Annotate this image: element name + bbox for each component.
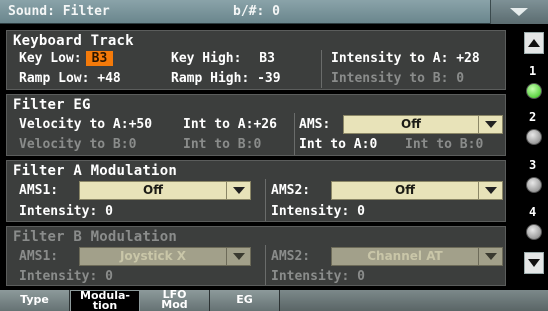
dropdown-arrow-icon bbox=[485, 253, 497, 260]
ams1-dropdown: Joystick X bbox=[79, 247, 251, 266]
ams2-intensity-value: Intensity: 0 bbox=[271, 269, 365, 284]
page-menu-button[interactable] bbox=[490, 0, 548, 24]
filter-b-title: Filter B Modulation bbox=[13, 229, 177, 245]
page-number-3: 3 bbox=[529, 158, 537, 172]
scroll-up-button[interactable] bbox=[524, 32, 544, 54]
dropdown-arrow[interactable] bbox=[478, 116, 502, 133]
ams1-dropdown[interactable]: Off bbox=[79, 181, 251, 200]
ams1-dropdown-value: Off bbox=[143, 183, 163, 197]
scroll-down-button[interactable] bbox=[524, 252, 544, 274]
velocity-a-value[interactable]: Velocity to A:+50 bbox=[19, 117, 152, 132]
dropdown-arrow bbox=[478, 248, 502, 265]
key-transpose: b/#: 0 bbox=[233, 4, 280, 19]
page-1-indicator[interactable] bbox=[526, 83, 542, 99]
filter-eg-title: Filter EG bbox=[13, 97, 91, 113]
ams2-dropdown[interactable]: Off bbox=[331, 181, 503, 200]
filter-eg-panel: Filter EG Velocity to A:+50 Int to A:+26… bbox=[6, 94, 506, 156]
divider bbox=[294, 113, 295, 155]
ams2-label: AMS2: bbox=[271, 183, 311, 198]
key-high-label: Key High: bbox=[171, 51, 242, 66]
filter-a-modulation-panel: Filter A Modulation AMS1: Off AMS2: Off … bbox=[6, 160, 506, 222]
tab-lfo-mod[interactable]: LFO Mod bbox=[140, 289, 210, 311]
dropdown-arrow[interactable] bbox=[226, 182, 250, 199]
dropdown-arrow-icon bbox=[485, 187, 497, 194]
keyboard-track-title: Keyboard Track bbox=[13, 33, 134, 49]
velocity-b-value: Velocity to B:0 bbox=[19, 137, 137, 152]
tab-lfo-label-2: Mod bbox=[161, 298, 188, 311]
int-b-value: Int to B:0 bbox=[183, 137, 262, 152]
divider bbox=[321, 50, 322, 88]
key-low-row: Key Low: B3 bbox=[19, 51, 114, 66]
tab-type[interactable]: Type bbox=[0, 290, 70, 311]
filter-a-title: Filter A Modulation bbox=[13, 163, 177, 179]
dropdown-arrow-icon bbox=[233, 187, 245, 194]
tab-eg[interactable]: EG bbox=[210, 290, 280, 311]
ams1-label: AMS1: bbox=[19, 249, 59, 264]
title-bar: Sound: Filter b/#: 0 bbox=[0, 0, 548, 24]
page-3-indicator[interactable] bbox=[526, 177, 542, 193]
tab-bar-filler bbox=[280, 290, 548, 311]
tab-modulation-label-2: tion bbox=[92, 299, 118, 311]
ams2-intensity-value[interactable]: Intensity: 0 bbox=[271, 204, 365, 219]
intensity-a-value[interactable]: Intensity to A: +28 bbox=[331, 51, 480, 66]
ams1-intensity-value: Intensity: 0 bbox=[19, 269, 113, 284]
dropdown-arrow bbox=[226, 248, 250, 265]
tab-modulation[interactable]: Modula- tion bbox=[70, 290, 140, 311]
dropdown-arrow[interactable] bbox=[478, 182, 502, 199]
key-high-row: Key High: B3 bbox=[171, 51, 275, 66]
ams-dropdown-value: Off bbox=[401, 117, 421, 131]
ams1-label: AMS1: bbox=[19, 183, 59, 198]
intensity-b-value: Intensity to B: 0 bbox=[331, 71, 465, 86]
ams-label: AMS: bbox=[299, 117, 331, 132]
filter-b-modulation-panel: Filter B Modulation AMS1: Joystick X AMS… bbox=[6, 226, 506, 286]
ams2-dropdown: Channel AT bbox=[331, 247, 503, 266]
divider bbox=[265, 179, 266, 221]
ams-dropdown[interactable]: Off bbox=[343, 115, 503, 134]
key-low-value[interactable]: B3 bbox=[85, 51, 114, 66]
ramp-low-value[interactable]: Ramp Low: +48 bbox=[19, 71, 121, 86]
keyboard-track-panel: Keyboard Track Key Low: B3 Key High: B3 I… bbox=[6, 30, 506, 90]
page-2-indicator[interactable] bbox=[526, 129, 542, 145]
page-number-4: 4 bbox=[529, 205, 537, 219]
tab-bar: Type Modula- tion LFO Mod EG bbox=[0, 289, 548, 311]
page-number-2: 2 bbox=[529, 110, 537, 124]
dropdown-arrow-icon bbox=[233, 253, 245, 260]
up-arrow-icon bbox=[528, 39, 540, 47]
ams-int-b-value: Int to B:0 bbox=[405, 137, 484, 152]
page-4-indicator[interactable] bbox=[526, 224, 542, 240]
divider bbox=[265, 245, 266, 285]
ams1-dropdown-value: Joystick X bbox=[119, 249, 187, 263]
key-low-label: Key Low: bbox=[19, 51, 82, 66]
key-high-value[interactable]: B3 bbox=[259, 51, 275, 66]
dropdown-arrow-icon bbox=[485, 121, 497, 128]
page-number-1: 1 bbox=[529, 64, 537, 78]
page-scroll-sidebar: 1 2 3 4 bbox=[518, 24, 548, 290]
menu-triangle-icon bbox=[510, 8, 528, 16]
tab-eg-label: EG bbox=[236, 293, 253, 306]
down-arrow-icon bbox=[528, 259, 540, 267]
int-a-value[interactable]: Int to A:+26 bbox=[183, 117, 277, 132]
ramp-high-value[interactable]: Ramp High: -39 bbox=[171, 71, 281, 86]
ams-int-a-value[interactable]: Int to A:0 bbox=[299, 137, 377, 152]
ams2-dropdown-value: Channel AT bbox=[367, 249, 443, 263]
tab-type-label: Type bbox=[20, 293, 49, 306]
ams2-dropdown-value: Off bbox=[395, 183, 415, 197]
page-title: Sound: Filter bbox=[8, 4, 110, 19]
ams1-intensity-value[interactable]: Intensity: 0 bbox=[19, 204, 113, 219]
ams2-label: AMS2: bbox=[271, 249, 311, 264]
